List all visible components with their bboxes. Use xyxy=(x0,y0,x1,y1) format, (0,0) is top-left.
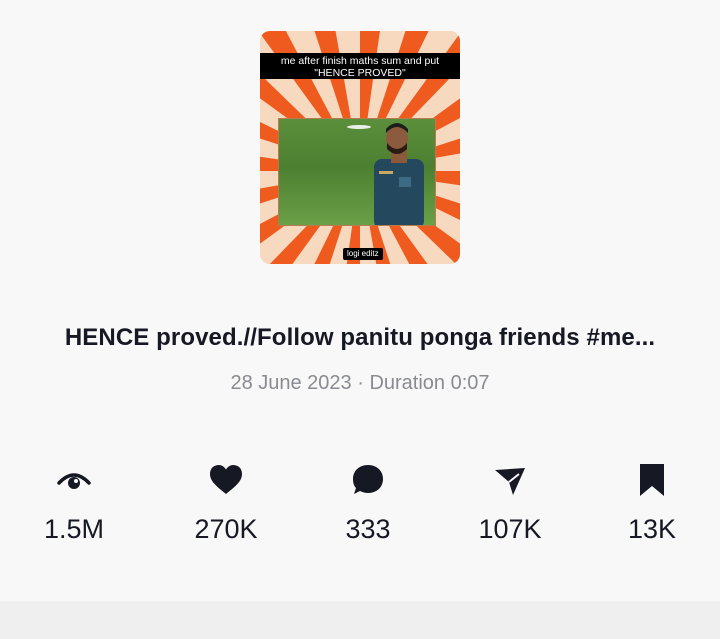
stat-comments[interactable]: 333 xyxy=(298,462,438,545)
cricketer-image xyxy=(347,123,424,225)
shares-count: 107K xyxy=(478,514,542,544)
meme-caption: me after finish maths sum and put "HENCE… xyxy=(260,53,460,79)
views-count: 1.5M xyxy=(43,514,105,544)
eye-icon xyxy=(57,473,91,489)
likes-count: 270K xyxy=(194,514,258,544)
saves-count: 13K xyxy=(627,514,677,544)
video-meta: 28 June 2023 · Duration 0:07 xyxy=(230,372,490,394)
video-thumbnail[interactable]: me after finish maths sum and put "HENCE… xyxy=(260,31,460,264)
stats-row: 1.5M 270K 333 107K 13K xyxy=(0,462,720,572)
footer-divider xyxy=(0,601,720,639)
bookmark-icon xyxy=(640,464,664,496)
meme-video-frame xyxy=(278,118,436,226)
watermark: logi editz xyxy=(343,248,383,260)
stat-views: 1.5M xyxy=(4,462,144,545)
stat-likes[interactable]: 270K xyxy=(156,462,296,545)
comment-icon xyxy=(353,465,383,494)
stat-shares[interactable]: 107K xyxy=(440,462,580,545)
meme-caption-line1: me after finish maths sum and put xyxy=(280,55,440,67)
heart-icon xyxy=(210,465,242,494)
video-title: HENCE proved.//Follow panitu ponga frien… xyxy=(64,324,656,351)
meme-caption-line2: "HENCE PROVED" xyxy=(314,67,406,79)
stat-saves[interactable]: 13K xyxy=(582,462,720,545)
comments-count: 333 xyxy=(345,514,391,544)
share-icon xyxy=(495,468,525,495)
